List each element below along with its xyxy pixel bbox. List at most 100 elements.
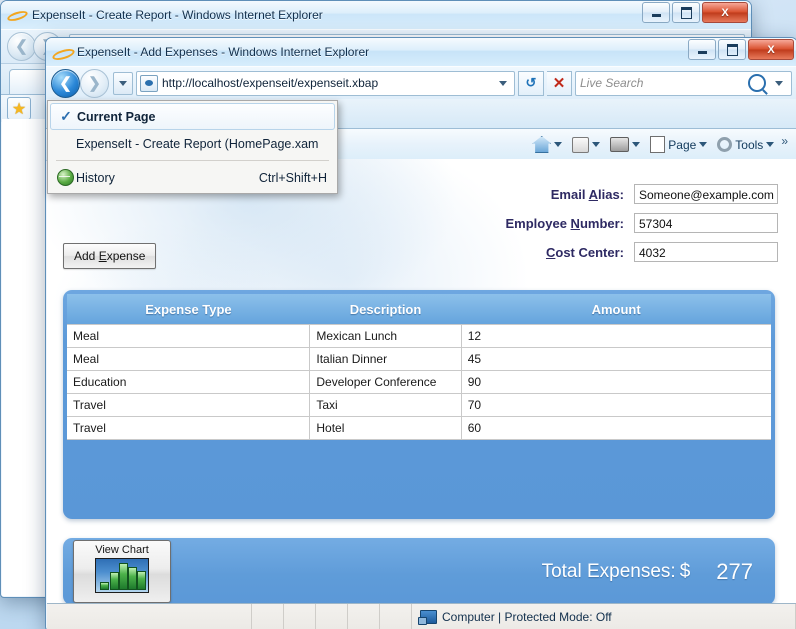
search-box[interactable]: Live Search [575,71,792,96]
menu-separator [56,160,329,161]
email-alias-field[interactable]: Someone@example.com [634,184,778,204]
print-button[interactable] [605,135,645,154]
tools-menu-label: Tools [735,138,763,152]
table-cell: 12 [461,325,771,348]
table-row[interactable]: TravelTaxi70 [67,394,771,417]
printer-icon [610,137,629,152]
page-document-icon [650,136,665,153]
view-chart-label: View Chart [95,544,149,556]
background-minimize-button[interactable] [642,2,670,23]
add-expense-button[interactable]: Add Expense [63,243,156,269]
status-bar: Computer | Protected Mode: Off [47,603,796,629]
page-content-area: Email Alias: Someone@example.com Employe… [47,159,796,603]
favorites-star-icon[interactable]: ★ [7,97,31,120]
cost-center-label: Cost Center: [546,245,624,260]
menu-item-history[interactable]: History Ctrl+Shift+H [50,164,335,191]
home-chevron-down-icon[interactable] [554,142,562,147]
security-zone-indicator[interactable]: Computer | Protected Mode: Off [412,604,620,629]
menu-item-label: History [76,171,245,185]
column-header-amount[interactable]: Amount [461,294,771,325]
expenses-table-body: MealMexican Lunch12MealItalian Dinner45E… [67,325,771,440]
column-header-expense-type[interactable]: Expense Type [67,294,310,325]
maximize-button[interactable] [718,39,746,60]
screen: ExpenseIt - Create Report - Windows Inte… [0,0,796,629]
background-window-controls: X [642,2,748,23]
checkmark-icon: ✓ [55,108,77,125]
table-row[interactable]: EducationDeveloper Conference90 [67,371,771,394]
status-bar-text: Computer | Protected Mode: Off [442,610,612,624]
cost-center-row: Cost Center: 4032 [546,242,778,262]
address-url-text: http://localhost/expenseit/expenseit.xba… [162,76,495,90]
foreground-window-title: ExpenseIt - Add Expenses - Windows Inter… [77,45,369,59]
table-row[interactable]: MealMexican Lunch12 [67,325,771,348]
internet-explorer-icon [54,44,71,61]
command-bar-overflow-button[interactable]: » [779,134,791,156]
menu-item-label: Current Page [77,110,326,124]
table-row[interactable]: MealItalian Dinner45 [67,348,771,371]
gear-icon [717,137,732,152]
history-globe-icon [54,169,76,186]
cost-center-field[interactable]: 4032 [634,242,778,262]
address-bar[interactable]: http://localhost/expenseit/expenseit.xba… [136,71,515,96]
expenses-table-header-row: Expense Type Description Amount [67,294,771,325]
background-back-button[interactable]: ❮ [7,32,36,61]
page-menu-button[interactable]: Page [645,134,712,155]
search-input[interactable]: Live Search [580,76,748,90]
recent-pages-dropdown-button[interactable] [113,72,133,95]
background-window-title: ExpenseIt - Create Report - Windows Inte… [32,8,323,22]
internet-explorer-icon [9,7,26,24]
page-chevron-down-icon[interactable] [699,142,707,147]
employee-number-field[interactable]: 57304 [634,213,778,233]
table-cell: Meal [67,348,310,371]
total-amount-value: 277 [716,559,753,585]
background-close-button[interactable]: X [702,2,748,23]
table-cell: 70 [461,394,771,417]
page-menu-label: Page [668,138,696,152]
totals-panel: View Chart Total Expenses: $ 277 [63,538,775,603]
table-cell: Meal [67,325,310,348]
currency-symbol: $ [680,561,691,583]
tools-chevron-down-icon[interactable] [766,142,774,147]
table-cell: Taxi [310,394,461,417]
email-alias-label: Email Alias: [551,187,624,202]
menu-item-current-page[interactable]: ✓ Current Page [50,103,335,130]
table-cell: Mexican Lunch [310,325,461,348]
menu-item-shortcut: Ctrl+Shift+H [259,171,327,185]
back-button[interactable]: ❮ [51,69,80,98]
menu-item-label: ExpenseIt - Create Report (HomePage.xam [76,137,327,151]
menu-item-create-report[interactable]: ExpenseIt - Create Report (HomePage.xam [50,130,335,157]
feeds-button[interactable] [567,135,605,155]
search-provider-chevron-icon[interactable] [775,81,783,86]
refresh-button[interactable]: ↺ [518,71,544,96]
table-cell: Italian Dinner [310,348,461,371]
expenses-table: Expense Type Description Amount MealMexi… [67,294,771,440]
table-row[interactable]: TravelHotel60 [67,417,771,440]
close-button[interactable]: X [748,39,794,60]
background-maximize-button[interactable] [672,2,700,23]
foreground-window-controls: X [688,39,794,60]
search-icon[interactable] [748,74,766,92]
forward-button[interactable]: ❯ [80,69,109,98]
tools-menu-button[interactable]: Tools [712,135,779,154]
computer-icon [420,610,437,624]
employee-number-row: Employee Number: 57304 [506,213,778,233]
home-button[interactable] [527,134,567,155]
column-header-description[interactable]: Description [310,294,461,325]
address-dropdown-chevron-icon[interactable] [499,81,507,86]
stop-button[interactable]: ✕ [547,71,572,96]
feeds-chevron-down-icon[interactable] [592,142,600,147]
table-cell: Travel [67,394,310,417]
email-alias-row: Email Alias: Someone@example.com [551,184,778,204]
rss-feed-icon [572,137,589,153]
employee-number-label: Employee Number: [506,216,624,231]
navigation-bar: ❮ ❯ http://localhost/expenseit/expenseit… [46,67,796,99]
home-icon [532,136,551,153]
table-cell: Developer Conference [310,371,461,394]
total-expenses-label: Total Expenses: [542,561,676,583]
table-cell: Education [67,371,310,394]
view-chart-button[interactable]: View Chart [73,540,171,603]
table-cell: Hotel [310,417,461,440]
print-chevron-down-icon[interactable] [632,142,640,147]
recent-pages-dropdown-menu[interactable]: ✓ Current Page ExpenseIt - Create Report… [47,100,338,194]
minimize-button[interactable] [688,39,716,60]
